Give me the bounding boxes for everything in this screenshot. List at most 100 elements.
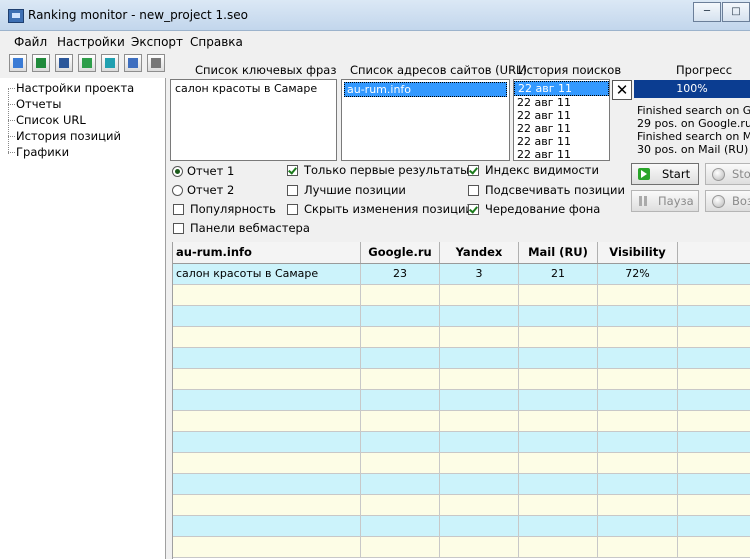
grid-header: au-rum.info Google.ru Yandex (RU) Mail (… [173,242,750,280]
history-item[interactable]: 22 авг 11 [514,135,609,148]
report2-radio[interactable] [172,185,183,196]
table-row[interactable] [173,327,750,348]
best-positions-label: Лучшие позиции [304,183,406,197]
maximize-icon[interactable]: □ [722,2,750,22]
table-cell [361,348,440,368]
open-icon[interactable] [9,54,27,72]
start-button[interactable]: Start [631,163,699,185]
table-row[interactable] [173,516,750,537]
table-row[interactable] [173,432,750,453]
progress-bar: 100% [634,80,750,98]
webmaster-checkbox[interactable] [173,223,184,234]
header-google[interactable]: Google.ru [361,242,440,263]
table-cell [440,348,519,368]
history-item[interactable]: 22 авг 11 [514,81,609,96]
table-row[interactable] [173,348,750,369]
table-cell [598,369,678,389]
table-row[interactable] [173,285,750,306]
keywords-list[interactable]: салон красоты в Самаре [170,79,337,161]
hide-changes-checkbox[interactable] [287,204,298,215]
table-cell: 23 [361,264,440,284]
table-cell [173,537,361,557]
results-grid[interactable]: au-rum.info Google.ru Yandex (RU) Mail (… [172,242,750,559]
progress-value: 100% [676,82,708,95]
table-cell [361,390,440,410]
first-results-checkbox[interactable] [287,165,298,176]
header-visibility[interactable]: Visibility [598,242,678,263]
table-cell [598,411,678,431]
tree-item-reports[interactable]: Отчеты [7,97,61,111]
url-item[interactable]: au-rum.info [344,82,507,97]
close-icon[interactable]: ✕ [612,80,632,100]
stop-button[interactable]: Stop [705,163,750,185]
table-cell [678,390,750,410]
tree-item-position-history[interactable]: История позиций [8,129,121,143]
table-cell [519,432,598,452]
url-list[interactable]: au-rum.info [341,79,510,161]
history-item[interactable]: 22 авг 11 [514,109,609,122]
table-row[interactable] [173,369,750,390]
excel-export-icon[interactable] [78,54,96,72]
menu-export[interactable]: Экспорт [131,35,183,49]
excel-icon[interactable] [32,54,50,72]
report2-label: Отчет 2 [187,183,235,197]
table-cell [440,495,519,515]
urls-label: Список адресов сайтов (URL) [350,63,527,77]
hide-changes-label: Скрыть изменения позиций [304,202,473,216]
table-row[interactable] [173,537,750,558]
table-cell [598,390,678,410]
table-cell [519,306,598,326]
table-row[interactable] [173,453,750,474]
header-empty [678,242,750,263]
title-bar[interactable]: Ranking monitor - new_project 1.seo ─ □ [0,0,750,31]
progress-label: Прогресс [676,63,733,77]
pause-button[interactable]: Пауза [631,190,699,212]
menu-help[interactable]: Справка [190,35,243,49]
history-item[interactable]: 22 авг 11 [514,122,609,135]
menu-file[interactable]: Файл [14,35,47,49]
print-icon[interactable] [147,54,165,72]
table-cell [519,516,598,536]
keyword-item[interactable]: салон красоты в Самаре [171,80,336,97]
table-cell [519,453,598,473]
menu-settings[interactable]: Настройки [57,35,125,49]
table-row[interactable] [173,306,750,327]
table-cell [678,306,750,326]
table-row[interactable]: салон красоты в Самаре 23 3 21 72% [173,264,750,285]
table-cell [361,411,440,431]
table-cell [598,348,678,368]
table-cell [361,516,440,536]
visibility-index-checkbox[interactable] [468,165,479,176]
history-list[interactable]: 22 авг 11 22 авг 11 22 авг 11 22 авг 11 … [513,79,610,161]
highlight-positions-checkbox[interactable] [468,185,479,196]
table-row[interactable] [173,390,750,411]
highlight-positions-label: Подсвечивать позиции [485,183,625,197]
best-positions-checkbox[interactable] [287,185,298,196]
table-row[interactable] [173,474,750,495]
history-item[interactable]: 22 авг 11 [514,96,609,109]
table-cell [519,474,598,494]
minimize-icon[interactable]: ─ [693,2,721,22]
table-row[interactable] [173,495,750,516]
table-cell [519,390,598,410]
resume-button[interactable]: Возо [705,190,750,212]
popularity-checkbox[interactable] [173,204,184,215]
header-site[interactable]: au-rum.info [173,242,361,263]
report1-radio[interactable] [172,166,183,177]
table-cell [519,369,598,389]
table-cell [440,516,519,536]
history-item[interactable]: 22 авг 11 [514,148,609,160]
header-yandex[interactable]: Yandex (RU) [440,242,519,280]
word-icon[interactable] [55,54,73,72]
table-row[interactable] [173,411,750,432]
tree-item-project-settings[interactable]: Настройки проекта [7,81,134,95]
html-icon[interactable] [124,54,142,72]
table-cell [173,411,361,431]
header-mail[interactable]: Mail (RU) [519,242,598,263]
alternate-bg-checkbox[interactable] [468,204,479,215]
clipboard-icon[interactable] [101,54,119,72]
log-line: Finished search on Mail [637,130,750,143]
tree-item-url-list[interactable]: Список URL [8,113,86,127]
tree-item-charts[interactable]: Графики [7,145,69,159]
stop-icon [712,168,725,181]
